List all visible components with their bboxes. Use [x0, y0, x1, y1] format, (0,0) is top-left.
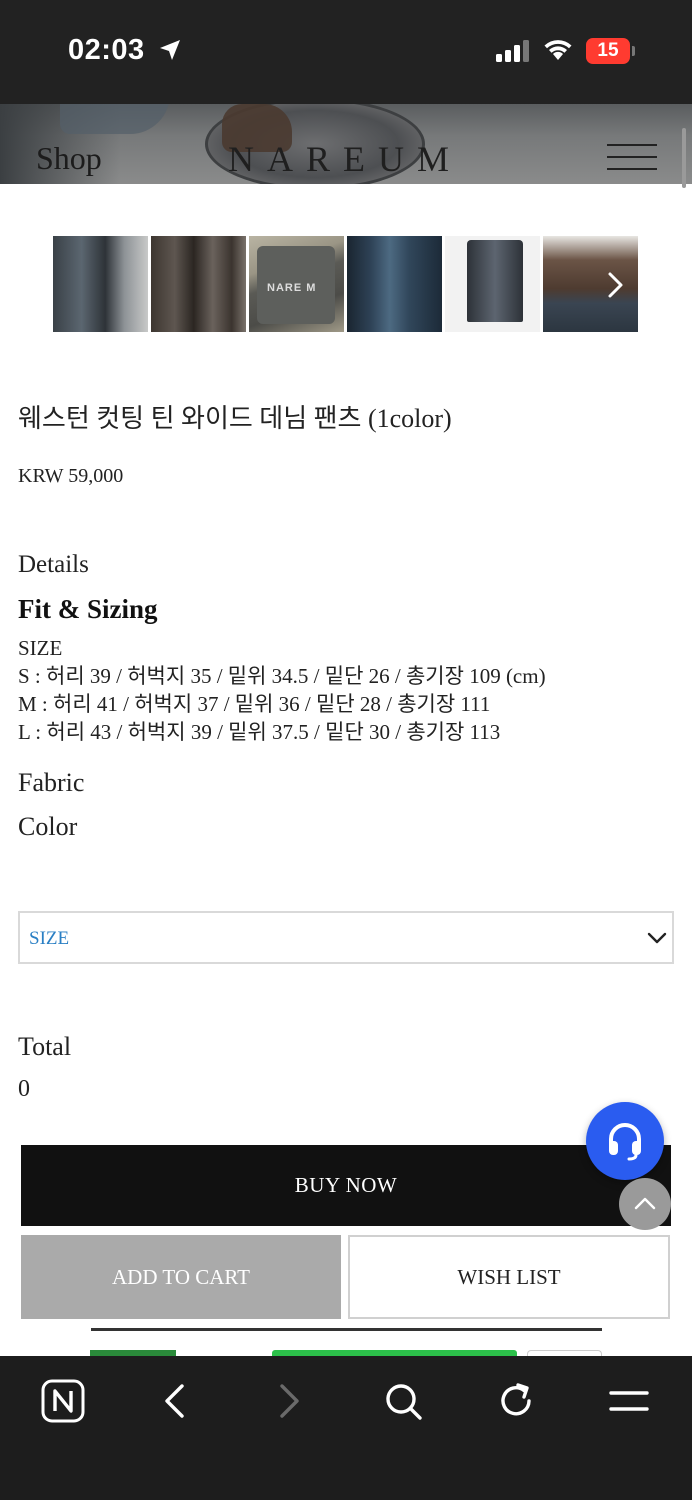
chevron-right-icon[interactable]: [600, 270, 630, 300]
status-bar: 02:03 15: [0, 0, 692, 104]
browser-toolbar: [0, 1356, 692, 1500]
add-to-cart-button[interactable]: ADD TO CART: [21, 1235, 341, 1319]
chevron-left-icon[interactable]: [152, 1378, 198, 1424]
hamburger-menu-icon[interactable]: [607, 144, 657, 172]
search-icon[interactable]: [380, 1378, 426, 1424]
battery-indicator: 15: [586, 38, 630, 64]
chevron-right-icon[interactable]: [266, 1378, 312, 1424]
size-chart: SIZE S : 허리 39 / 허벅지 35 / 밑위 34.5 / 밑단 2…: [18, 634, 546, 746]
menu-icon[interactable]: [606, 1378, 652, 1424]
fit-sizing-heading: Fit & Sizing: [18, 594, 158, 624]
customer-support-button[interactable]: [586, 1102, 664, 1180]
chevron-up-icon: [634, 1197, 656, 1210]
scrollbar[interactable]: [682, 128, 686, 188]
scroll-top-button[interactable]: [619, 1178, 671, 1230]
site-header: Shop NAREUM: [0, 104, 692, 184]
shop-link[interactable]: Shop: [36, 140, 102, 177]
size-select-label: SIZE: [29, 928, 70, 949]
divider: [91, 1328, 602, 1331]
wish-list-button[interactable]: WISH LIST: [348, 1235, 670, 1319]
battery-cap: [632, 46, 635, 56]
bag-print: NARE M: [267, 282, 317, 294]
total-value: 0: [18, 1076, 30, 1102]
total-label: Total: [18, 1032, 72, 1061]
thumbnail-image[interactable]: NARE M: [249, 236, 344, 332]
thumbnail-image[interactable]: [445, 236, 540, 332]
brand-logo[interactable]: NAREUM: [228, 138, 462, 180]
cellular-signal-icon: [496, 40, 529, 62]
chevron-down-icon: [647, 932, 667, 944]
header-bg-jeans: [60, 104, 170, 134]
status-time: 02:03: [68, 34, 145, 66]
location-arrow-icon: [160, 40, 180, 60]
thumbnail-image[interactable]: [347, 236, 442, 332]
jeans-shape: [467, 240, 523, 322]
thumbnail-image[interactable]: [151, 236, 246, 332]
size-chart-line: M : 허리 41 / 허벅지 37 / 밑위 36 / 밑단 28 / 총기장…: [18, 692, 491, 716]
thumbnail-gallery: NARE M: [53, 236, 639, 332]
details-heading: Details: [18, 551, 89, 578]
thumbnail-image[interactable]: [53, 236, 148, 332]
buy-now-button[interactable]: BUY NOW: [21, 1145, 671, 1226]
naver-n-icon[interactable]: [40, 1378, 86, 1424]
size-chart-line: S : 허리 39 / 허벅지 35 / 밑위 34.5 / 밑단 26 / 총…: [18, 664, 546, 688]
size-select[interactable]: SIZE: [18, 911, 674, 964]
size-chart-line: SIZE: [18, 636, 63, 660]
product-price: KRW 59,000: [18, 465, 124, 487]
headset-icon: [609, 1123, 641, 1161]
fabric-heading[interactable]: Fabric: [18, 768, 84, 798]
size-chart-line: L : 허리 43 / 허벅지 39 / 밑위 37.5 / 밑단 30 / 총…: [18, 720, 501, 744]
product-title: 웨스턴 컷팅 틴 와이드 데님 팬츠 (1color): [18, 404, 452, 433]
wifi-icon: [544, 40, 572, 60]
reload-icon[interactable]: [493, 1378, 539, 1424]
color-heading[interactable]: Color: [18, 812, 77, 842]
